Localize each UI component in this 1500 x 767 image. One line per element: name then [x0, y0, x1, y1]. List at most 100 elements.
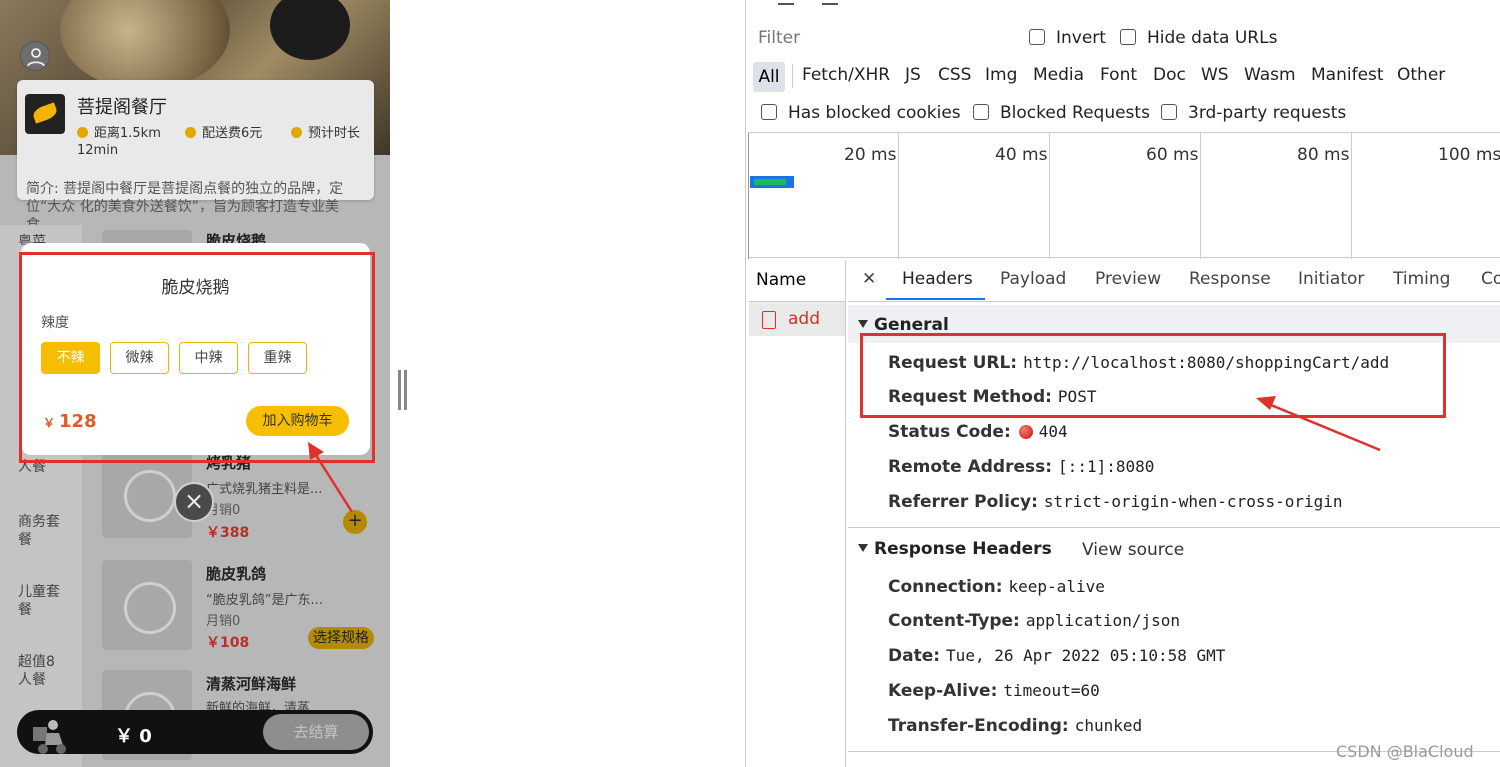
filter-type-fetch[interactable]: Fetch/XHR — [802, 65, 890, 85]
connection-row: Connection: keep-alive — [888, 577, 1105, 597]
hide-data-urls-checkbox[interactable] — [1120, 29, 1136, 45]
filter-input[interactable] — [753, 24, 1008, 51]
eta-value: 12min — [77, 143, 119, 158]
eta-label: 预计时长 — [308, 126, 361, 141]
response-headers-title-text: Response Headers — [874, 539, 1052, 559]
delivery-fee-text: 配送费6元 — [202, 126, 263, 141]
keep-alive-key: Keep-Alive: — [888, 681, 998, 701]
date-key: Date: — [888, 646, 941, 666]
category-item[interactable]: 儿童套餐 — [18, 583, 70, 619]
content-type-value: application/json — [1025, 611, 1180, 630]
hide-data-urls-label: Hide data URLs — [1147, 28, 1278, 48]
tab-initiator[interactable]: Initiator — [1298, 269, 1364, 289]
blocked-cookies-checkbox[interactable] — [761, 104, 777, 120]
request-list — [748, 260, 846, 767]
status-code-key: Status Code: — [888, 422, 1011, 442]
upload-icon[interactable] — [778, 0, 794, 5]
dish-image — [102, 560, 192, 650]
waterfall-overview[interactable]: 20 ms 40 ms 60 ms 80 ms 100 ms — [748, 132, 1500, 259]
dish-price: ￥108 — [206, 635, 250, 651]
money-icon — [185, 127, 196, 138]
waterfall-gridline — [748, 133, 749, 259]
waterfall-gridline — [1200, 133, 1201, 259]
third-party-checkbox[interactable] — [1161, 104, 1177, 120]
section-divider — [848, 527, 1500, 528]
filter-type-ws[interactable]: WS — [1201, 65, 1229, 85]
dish-description: 广式烧乳猪主料是... — [206, 482, 323, 497]
connection-value: keep-alive — [1008, 577, 1105, 596]
annotation-box-request — [860, 333, 1446, 418]
filter-type-css[interactable]: CSS — [938, 65, 971, 85]
referrer-policy-value: strict-origin-when-cross-origin — [1043, 492, 1343, 511]
filter-type-img[interactable]: Img — [985, 65, 1017, 85]
watermark: CSDN @BlaCloud — [1336, 742, 1474, 761]
keep-alive-row: Keep-Alive: timeout=60 — [888, 681, 1100, 701]
filter-type-manifest[interactable]: Manifest — [1311, 65, 1384, 85]
checkout-button[interactable]: 去结算 — [263, 714, 369, 750]
waterfall-gridline — [1351, 133, 1352, 259]
distance-info: 距离1.5km — [77, 122, 161, 141]
add-item-button[interactable]: + — [343, 510, 367, 534]
general-title[interactable]: General — [858, 315, 949, 335]
tab-cookies[interactable]: Co — [1481, 269, 1500, 289]
third-party-label: 3rd-party requests — [1188, 103, 1347, 123]
detail-tabs: ✕ Headers Payload Preview Response Initi… — [848, 260, 1500, 302]
tab-preview[interactable]: Preview — [1095, 269, 1161, 289]
mobile-app-preview: 菩提阁餐厅 距离1.5km 配送费6元 预计时长 12min 简介: 菩提阁中餐… — [0, 0, 390, 767]
invert-checkbox[interactable] — [1029, 29, 1045, 45]
blocked-requests-checkbox[interactable] — [973, 104, 989, 120]
blocked-requests-label: Blocked Requests — [1000, 103, 1150, 123]
waterfall-tick: 60 ms — [1146, 145, 1199, 165]
invert-label: Invert — [1056, 28, 1106, 48]
download-icon[interactable] — [822, 0, 838, 5]
tab-timing[interactable]: Timing — [1393, 269, 1450, 289]
banner-bowl — [270, 0, 350, 60]
close-modal-button[interactable]: × — [174, 482, 214, 522]
location-icon — [291, 127, 302, 138]
filter-type-other[interactable]: Other — [1397, 65, 1445, 85]
waterfall-request-bar — [750, 176, 794, 188]
dish-price: ￥388 — [206, 525, 250, 541]
delivery-fee-info: 配送费6元 — [185, 122, 262, 141]
request-row-add[interactable]: add — [749, 302, 845, 336]
referrer-policy-key: Referrer Policy: — [888, 492, 1038, 512]
user-avatar-button[interactable] — [20, 41, 50, 71]
devtools-border — [745, 0, 746, 767]
filter-divider — [792, 64, 793, 88]
category-item[interactable]: 超值8人餐 — [18, 653, 60, 689]
content-type-row: Content-Type: application/json — [888, 611, 1180, 631]
filter-type-all[interactable]: All — [753, 62, 785, 92]
waterfall-gridline — [1049, 133, 1050, 259]
response-headers-title[interactable]: Response Headers — [858, 539, 1052, 559]
waterfall-gridline — [898, 133, 899, 259]
tab-headers[interactable]: Headers — [902, 269, 973, 289]
annotation-box-modal — [19, 252, 375, 463]
tab-response[interactable]: Response — [1189, 269, 1271, 289]
tab-payload[interactable]: Payload — [1000, 269, 1066, 289]
dish-name: 清蒸河鲜海鲜 — [206, 675, 297, 693]
distance-text: 距离1.5km — [94, 126, 161, 141]
request-name: add — [788, 309, 820, 329]
shop-name: 菩提阁餐厅 — [77, 97, 167, 118]
waterfall-tick: 20 ms — [844, 145, 897, 165]
dish-description: “脆皮乳鸽”是广东... — [206, 593, 323, 608]
name-column-header[interactable]: Name — [748, 262, 846, 302]
select-spec-button[interactable]: 选择规格 — [308, 627, 374, 649]
keep-alive-value: timeout=60 — [1003, 681, 1100, 700]
filter-type-doc[interactable]: Doc — [1153, 65, 1186, 85]
filter-type-font[interactable]: Font — [1100, 65, 1137, 85]
waterfall-tick: 80 ms — [1297, 145, 1350, 165]
view-source-link[interactable]: View source — [1082, 540, 1184, 560]
category-item[interactable]: 商务套餐 — [18, 513, 70, 549]
transfer-encoding-key: Transfer-Encoding: — [888, 716, 1069, 736]
filter-type-media[interactable]: Media — [1033, 65, 1084, 85]
filter-type-js[interactable]: JS — [905, 65, 921, 85]
waterfall-tick: 40 ms — [995, 145, 1048, 165]
waterfall-tick: 100 ms — [1438, 145, 1500, 165]
close-panel-icon[interactable]: ✕ — [862, 269, 876, 289]
filter-type-wasm[interactable]: Wasm — [1244, 65, 1296, 85]
resize-handle[interactable] — [398, 370, 410, 410]
delivery-rider-icon[interactable] — [29, 717, 69, 757]
status-code-row: Status Code: 404 — [888, 422, 1068, 442]
referrer-policy-row: Referrer Policy: strict-origin-when-cross… — [888, 492, 1343, 512]
